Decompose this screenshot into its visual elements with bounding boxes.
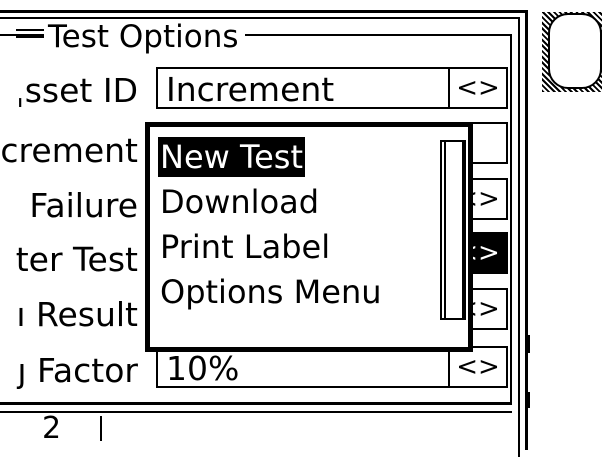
bottom-cell-divider (100, 416, 102, 441)
group-title-rule (16, 29, 46, 31)
menu-item-new-test[interactable]: New Test (158, 137, 305, 177)
menu-scroll-thumb[interactable] (444, 142, 464, 318)
group-title: Test Options (44, 20, 245, 54)
asset-id-spin-button[interactable]: <> (448, 69, 506, 107)
menu-item-download[interactable]: Download (158, 182, 321, 222)
menu-item-options-menu[interactable]: Options Menu (158, 272, 384, 312)
asset-id-field[interactable]: Increment <> (156, 67, 508, 109)
bottom-cell-text: 2 (42, 414, 62, 441)
bottom-separator (0, 403, 512, 413)
row-label-after-test: ter Test (15, 240, 138, 279)
factor-spin-button[interactable]: <> (448, 348, 506, 386)
side-widget[interactable] (548, 13, 602, 89)
row-label-failure: Failure (29, 186, 138, 225)
factor-field[interactable]: 10% <> (156, 346, 508, 388)
row-label-increment: crement (0, 131, 138, 170)
row-label-result: ı Result (16, 295, 138, 334)
right-edge-mark (527, 392, 530, 408)
row-label-factor: ȷ Factor (17, 351, 138, 390)
row-label-asset-id: ˌsset ID (15, 71, 138, 110)
menu-item-print-label[interactable]: Print Label (158, 227, 332, 267)
asset-id-value: Increment (166, 70, 335, 109)
factor-value: 10% (166, 349, 240, 388)
right-edge-mark (527, 335, 530, 353)
